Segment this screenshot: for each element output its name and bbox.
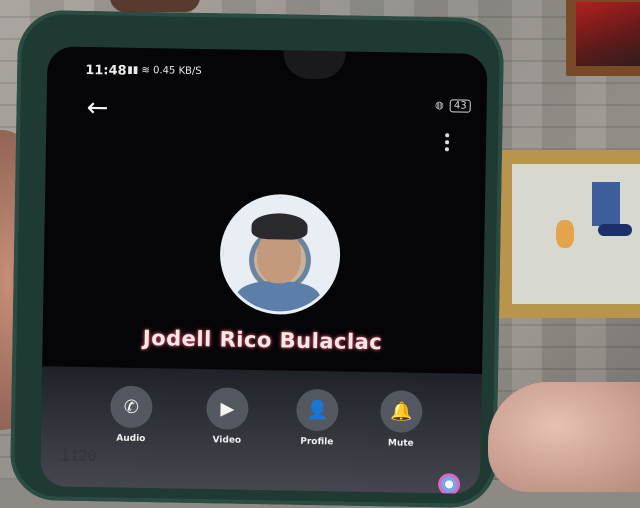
chat-head-bubble[interactable] [437, 473, 461, 494]
phone-icon: ✆ [110, 385, 153, 429]
status-right: ◍ 43 [435, 99, 471, 113]
audio-label: Audio [116, 433, 146, 445]
camera-notch [283, 48, 346, 80]
profile-label: Profile [300, 436, 334, 448]
contact-name: Jodell Rico Bulaclac [142, 326, 383, 355]
vertical-dots-icon [444, 133, 450, 152]
reflection-text: 1120 [60, 446, 97, 466]
contact-avatar [219, 193, 342, 316]
phone-screen: 11:48 ▮▮ ≋ 0.45 KB/S ◍ 43 ← Jodell Rico … [40, 46, 488, 494]
vibrate-icon: ◍ [434, 100, 444, 112]
phone: 11:48 ▮▮ ≋ 0.45 KB/S ◍ 43 ← Jodell Rico … [9, 9, 505, 508]
back-button[interactable]: ← [86, 93, 109, 124]
more-options-button[interactable] [444, 133, 450, 155]
person-icon: 👤 [296, 388, 339, 432]
video-label: Video [212, 435, 242, 446]
video-call-button[interactable]: ▶ Video [197, 387, 258, 446]
network-speed: 0.45 KB/S [152, 65, 202, 78]
wifi-icon: ≋ [141, 64, 150, 77]
signal-icon: ▮▮ [127, 64, 139, 76]
finger-top [110, 0, 200, 12]
video-camera-icon: ▶ [206, 387, 249, 430]
battery-level: 43 [449, 99, 471, 113]
arrow-left-icon: ← [86, 93, 109, 124]
audio-call-button[interactable]: ✆ Audio [101, 385, 162, 444]
status-icons: ▮▮ ≋ 0.45 KB/S [127, 65, 202, 77]
bell-icon: 🔔 [379, 390, 423, 433]
wall-picture-frame-right [498, 150, 640, 318]
action-bar: ✆ Audio ▶ Video 👤 Profile 🔔 Mute [101, 385, 442, 461]
thumb-right [488, 382, 640, 492]
mute-label: Mute [387, 438, 414, 449]
profile-button[interactable]: 👤 Profile [287, 388, 348, 448]
status-time: 11:48 [85, 62, 127, 79]
mute-button[interactable]: 🔔 Mute [371, 390, 432, 449]
wall-picture-frame-top [566, 0, 640, 76]
